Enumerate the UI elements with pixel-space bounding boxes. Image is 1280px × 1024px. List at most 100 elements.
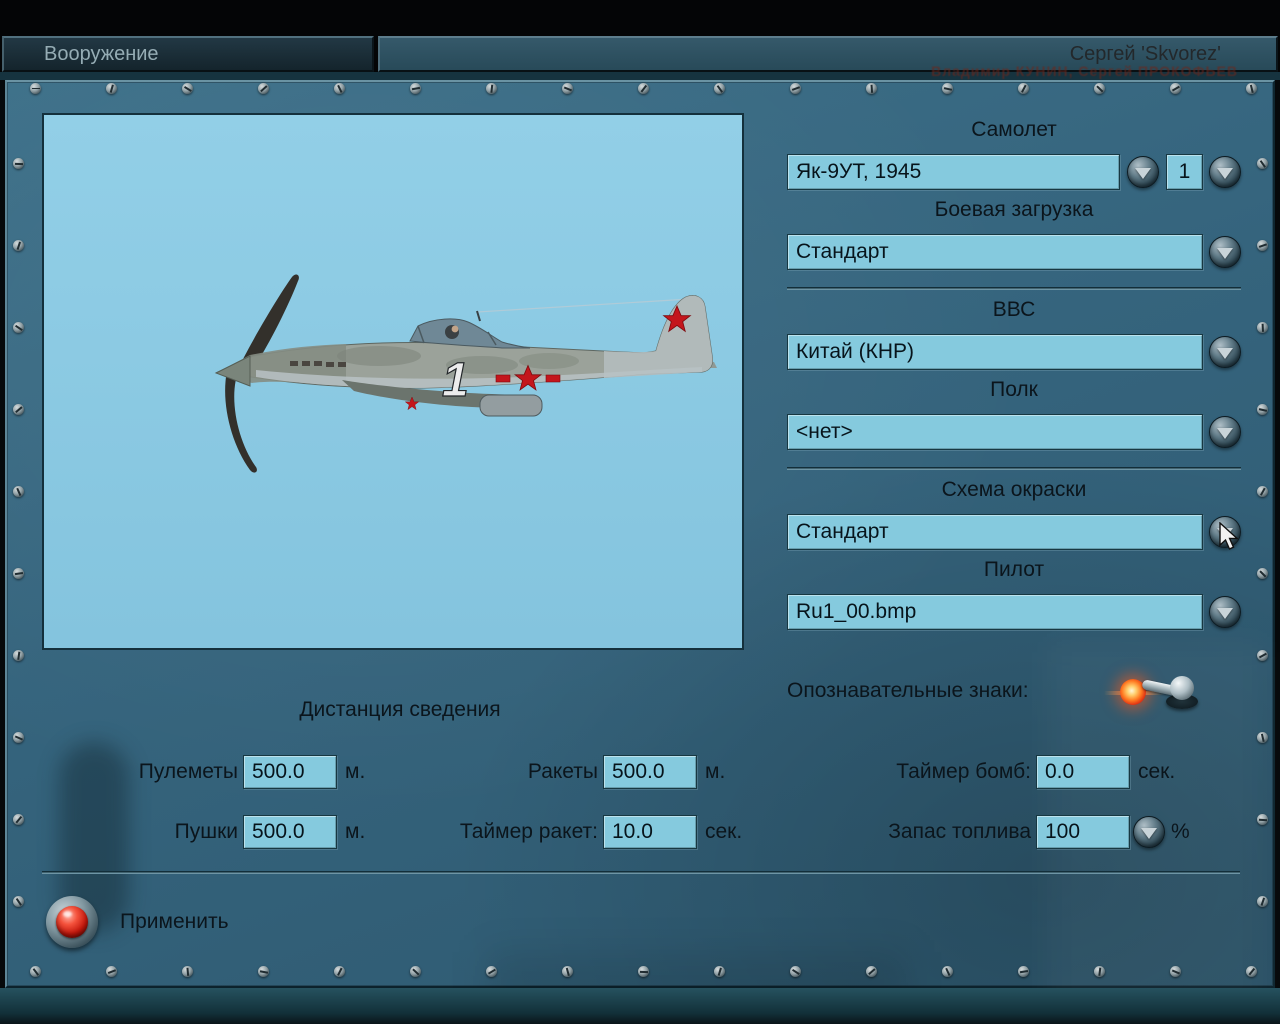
rockets-label: Ракеты: [527, 760, 598, 783]
chevron-down-icon: [1217, 428, 1233, 439]
screw-icon: [1257, 814, 1268, 825]
screw-icon: [106, 83, 117, 94]
airforce-dropdown-arrow-button[interactable]: [1209, 336, 1241, 368]
markings-label: Опознавательные знаки:: [787, 679, 1029, 702]
screw-icon: [182, 966, 193, 977]
screen: Вооружение Сергей 'Skvorez' Владимир КУН…: [0, 0, 1280, 1024]
aircraft-label: Самолет: [971, 118, 1057, 141]
screw-icon: [1246, 83, 1257, 94]
background-watermark-text: Владимир КУНИН, Сергей ПРОКОФЬЕВ: [931, 63, 1238, 79]
loadout-dropdown[interactable]: Стандарт: [787, 234, 1203, 270]
screw-icon: [13, 814, 24, 825]
screw-icon: [1170, 83, 1181, 94]
aircraft-illustration: 1: [214, 274, 717, 473]
fuel-down-arrow-button[interactable]: [1133, 816, 1165, 848]
top-bar: Вооружение Сергей 'Skvorez': [0, 0, 1280, 72]
machineguns-input[interactable]: [243, 755, 337, 789]
screw-icon: [1094, 966, 1105, 977]
screw-icon: [106, 966, 117, 977]
screw-icon: [1257, 322, 1268, 333]
screw-icon: [1018, 83, 1029, 94]
fuel-unit: %: [1171, 820, 1190, 843]
paint-scheme-dropdown-arrow-button[interactable]: [1209, 516, 1241, 548]
screw-icon: [30, 966, 41, 977]
screw-icon: [30, 83, 41, 94]
apply-label: Применить: [120, 910, 229, 933]
rocket-timer-input[interactable]: [603, 815, 697, 849]
screw-icon: [1246, 966, 1257, 977]
machineguns-label: Пулеметы: [138, 760, 238, 783]
screw-icon: [13, 568, 24, 579]
screw-icon: [638, 83, 649, 94]
screw-icon: [258, 966, 269, 977]
bomb-timer-label: Таймер бомб:: [896, 760, 1031, 783]
red-button-icon: [56, 906, 88, 938]
screw-icon: [714, 83, 725, 94]
screw-icon: [562, 83, 573, 94]
screw-icon: [486, 83, 497, 94]
screw-icon: [942, 83, 953, 94]
chevron-down-icon: [1217, 168, 1233, 179]
screen-title: Вооружение: [44, 42, 159, 65]
bomb-timer-input[interactable]: [1036, 755, 1130, 789]
cannons-input[interactable]: [243, 815, 337, 849]
screw-icon: [866, 83, 877, 94]
airforce-dropdown[interactable]: Китай (КНР): [787, 334, 1203, 370]
chevron-down-icon: [1135, 168, 1151, 179]
aircraft-count-field[interactable]: 1: [1166, 154, 1203, 190]
screw-icon: [334, 966, 345, 977]
chevron-down-icon: [1217, 608, 1233, 619]
screw-icon: [1257, 896, 1268, 907]
toggle-knob: [1170, 676, 1194, 700]
rockets-input[interactable]: [603, 755, 697, 789]
screw-icon: [562, 966, 573, 977]
screw-icon: [13, 240, 24, 251]
screw-icon: [410, 966, 421, 977]
screw-icon: [790, 966, 801, 977]
chevron-down-icon: [1217, 248, 1233, 259]
aircraft-dropdown[interactable]: Як-9УТ, 1945: [787, 154, 1120, 190]
chevron-down-icon: [1141, 828, 1157, 839]
aircraft-preview: 1: [42, 113, 744, 650]
screw-icon: [486, 966, 497, 977]
screw-icon: [13, 486, 24, 497]
pilot-dropdown-arrow-button[interactable]: [1209, 596, 1241, 628]
divider: [787, 287, 1241, 290]
screw-icon: [1170, 966, 1181, 977]
bomb-timer-unit: сек.: [1138, 760, 1176, 783]
screw-icon: [410, 83, 421, 94]
regiment-label: Полк: [990, 378, 1038, 401]
cannons-label: Пушки: [174, 820, 238, 843]
screw-icon: [1257, 404, 1268, 415]
rocket-timer-unit: сек.: [705, 820, 743, 843]
screw-icon: [1257, 158, 1268, 169]
screw-icon: [13, 322, 24, 333]
screw-icon: [638, 966, 649, 977]
screw-icon: [866, 966, 877, 977]
bottom-strip: [0, 988, 1280, 1024]
screw-icon: [13, 896, 24, 907]
apply-button[interactable]: [46, 896, 98, 948]
regiment-dropdown[interactable]: <нет>: [787, 414, 1203, 450]
fuel-input[interactable]: [1036, 815, 1130, 849]
screw-icon: [13, 158, 24, 169]
chevron-down-icon: [1217, 348, 1233, 359]
rocket-timer-label: Таймер ракет:: [459, 820, 598, 843]
regiment-dropdown-arrow-button[interactable]: [1209, 416, 1241, 448]
aircraft-count-arrow-button[interactable]: [1209, 156, 1241, 188]
paint-scheme-label: Схема окраски: [941, 478, 1087, 501]
pilot-skin-dropdown[interactable]: Ru1_00.bmp: [787, 594, 1203, 630]
screw-icon: [1018, 966, 1029, 977]
markings-toggle-switch[interactable]: [1104, 670, 1208, 718]
screw-icon: [13, 732, 24, 743]
convergence-title: Дистанция сведения: [299, 698, 501, 721]
screw-icon: [13, 404, 24, 415]
screw-icon: [1257, 240, 1268, 251]
tab-armament: Вооружение: [2, 36, 374, 72]
screw-icon: [942, 966, 953, 977]
paint-scheme-dropdown[interactable]: Стандарт: [787, 514, 1203, 550]
screw-icon: [334, 83, 345, 94]
screw-icon: [258, 83, 269, 94]
aircraft-dropdown-arrow-button[interactable]: [1127, 156, 1159, 188]
loadout-dropdown-arrow-button[interactable]: [1209, 236, 1241, 268]
